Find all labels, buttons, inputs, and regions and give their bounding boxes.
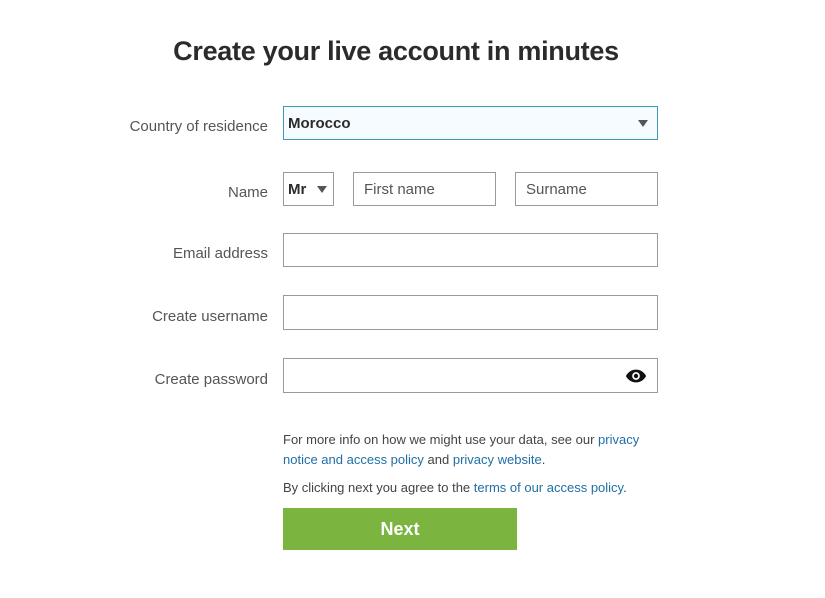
terms-text: By clicking next you agree to the terms … (283, 478, 663, 498)
salutation-select[interactable]: Mr (283, 172, 334, 206)
chevron-down-icon (638, 119, 648, 127)
country-label: Country of residence (129, 118, 268, 135)
username-label: Create username (152, 308, 268, 325)
country-value: Morocco (288, 114, 351, 132)
username-input[interactable] (284, 296, 657, 329)
country-select[interactable]: Morocco (283, 106, 658, 140)
privacy-suffix: . (541, 452, 546, 467)
next-button[interactable]: Next (283, 508, 517, 550)
name-label: Name (227, 184, 268, 201)
password-input[interactable] (284, 359, 657, 392)
chevron-down-icon (317, 185, 327, 193)
eye-icon[interactable] (625, 368, 647, 384)
salutation-value: Mr (288, 180, 307, 198)
terms-link[interactable]: terms of our access policy (474, 480, 623, 495)
password-label: Create password (154, 371, 268, 388)
privacy-mid: and (423, 452, 453, 467)
username-field-wrapper (283, 295, 658, 330)
terms-suffix: . (623, 480, 627, 495)
privacy-website-link[interactable]: privacy website (453, 452, 542, 467)
privacy-prefix: For more info on how we might use your d… (283, 432, 599, 447)
signup-page: Create your live account in minutes Coun… (0, 0, 825, 598)
first-name-field-wrapper (353, 172, 496, 206)
page-title: Create your live account in minutes (173, 36, 619, 66)
email-label: Email address (172, 245, 268, 262)
surname-field-wrapper (515, 172, 658, 206)
surname-input[interactable] (516, 173, 657, 205)
password-field-wrapper (283, 358, 658, 393)
terms-prefix: By clicking next you agree to the (283, 480, 474, 495)
first-name-input[interactable] (354, 173, 495, 205)
email-input[interactable] (284, 234, 657, 266)
privacy-notice-text: For more info on how we might use your d… (283, 430, 663, 470)
email-field-wrapper (283, 233, 658, 267)
